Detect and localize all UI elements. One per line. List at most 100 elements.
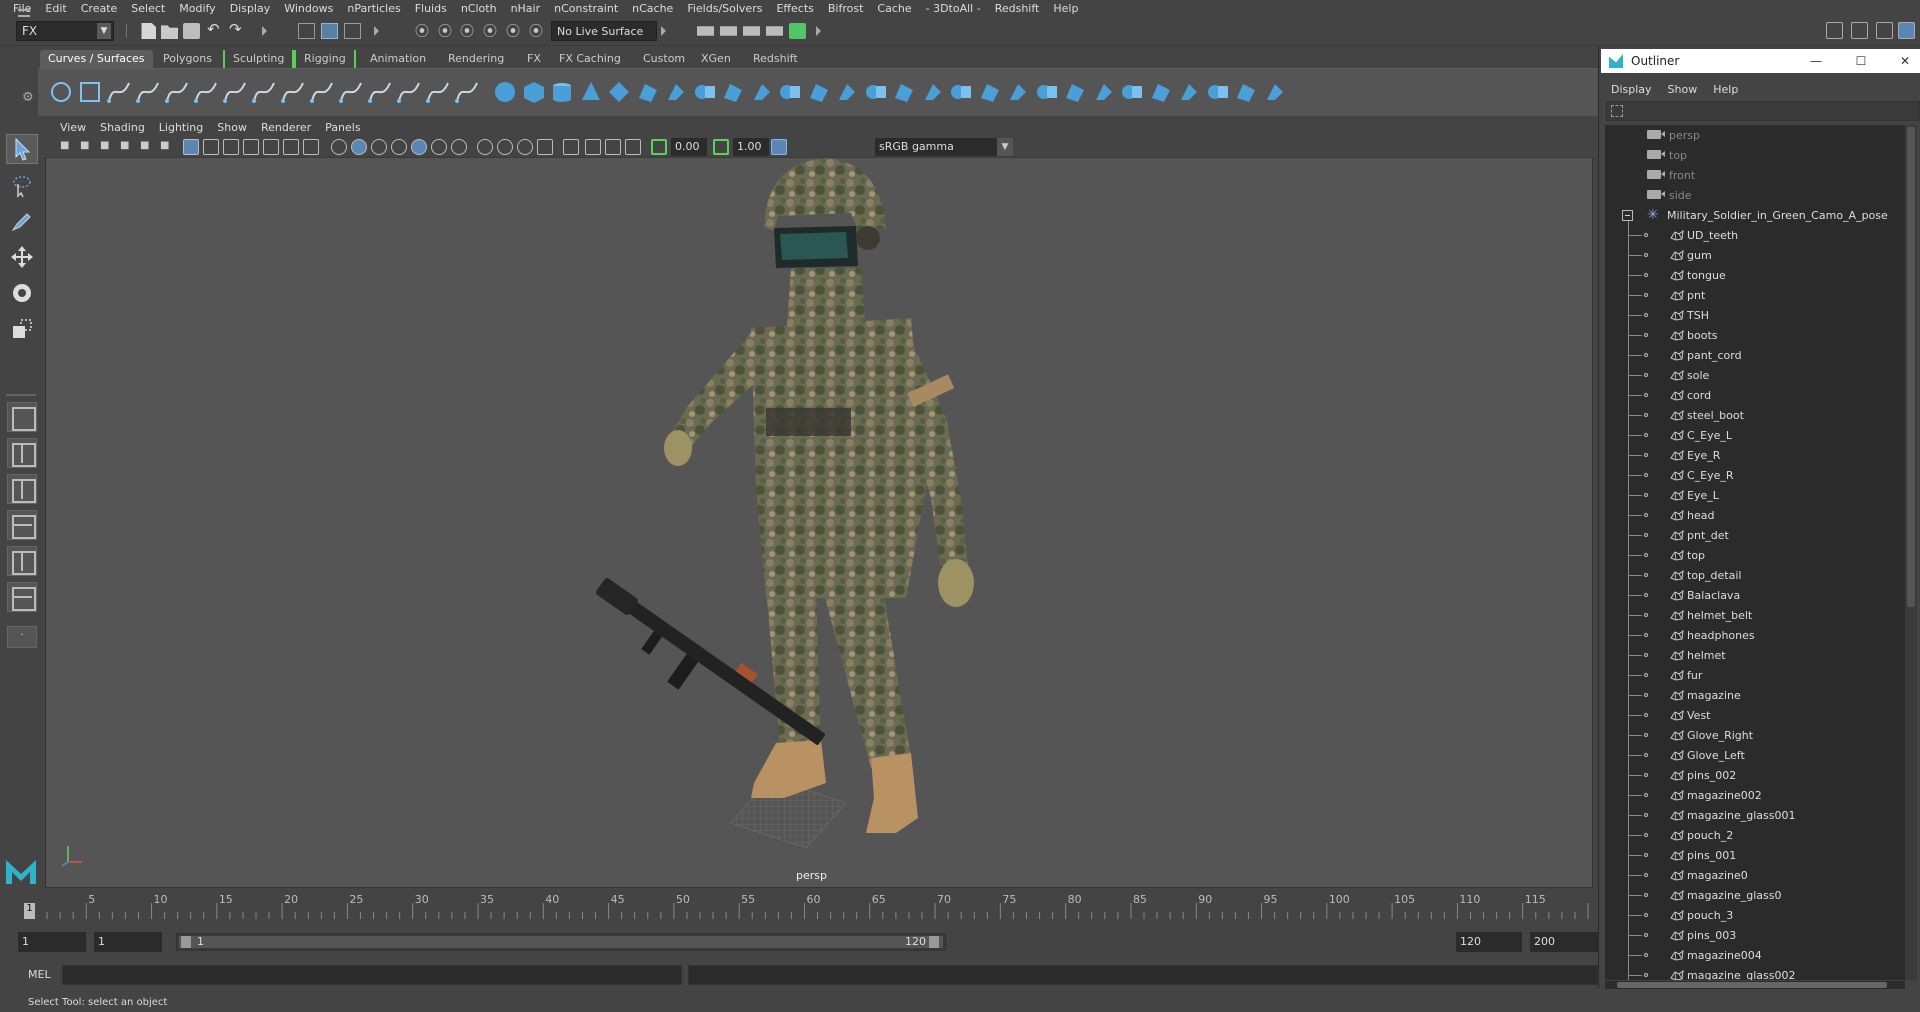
square-surface-icon[interactable] bbox=[835, 80, 859, 104]
filter-icon[interactable] bbox=[1611, 105, 1623, 117]
outliner-mesh-row[interactable]: magazine0 bbox=[1605, 865, 1905, 885]
range-bar[interactable]: 1 120 bbox=[176, 933, 946, 951]
tab-rendering[interactable]: Rendering bbox=[440, 50, 512, 68]
align-icon[interactable] bbox=[1092, 80, 1116, 104]
visibility-dot-icon[interactable] bbox=[1644, 653, 1648, 657]
menu-edit[interactable]: Edit bbox=[38, 2, 73, 15]
depth-of-field-icon[interactable] bbox=[517, 139, 533, 155]
visibility-dot-icon[interactable] bbox=[1644, 753, 1648, 757]
outliner-mesh-row[interactable]: pouch_2 bbox=[1605, 825, 1905, 845]
time-slider-track[interactable]: 5 10 15 20 25 30 35 40 45 50 55 60 65 70 75 80 85 90 95 100… bbox=[22, 893, 1598, 919]
visibility-dot-icon[interactable] bbox=[1644, 513, 1648, 517]
ipr-render-icon[interactable] bbox=[720, 26, 737, 36]
outliner-mesh-row[interactable]: magazine004 bbox=[1605, 945, 1905, 965]
outliner-mesh-row[interactable]: top bbox=[1605, 545, 1905, 565]
panel-menu-lighting[interactable]: Lighting bbox=[152, 121, 210, 134]
intersect-icon[interactable] bbox=[921, 80, 945, 104]
snap-to-surface-icon[interactable] bbox=[505, 21, 522, 41]
outliner-camera-row[interactable]: top bbox=[1605, 145, 1905, 165]
view-transform-dropdown[interactable]: sRGB gamma ▼ bbox=[875, 138, 1013, 156]
more-layouts-button[interactable]: · bbox=[7, 626, 37, 648]
snap-to-point-icon[interactable] bbox=[459, 21, 476, 41]
minimize-icon[interactable]: — bbox=[1806, 52, 1826, 70]
menu-nhair[interactable]: nHair bbox=[504, 2, 548, 15]
menu-3dtoall[interactable]: - 3DtoAll - bbox=[919, 2, 988, 15]
visibility-dot-icon[interactable] bbox=[1644, 593, 1648, 597]
hypershade-persp-layout-button[interactable] bbox=[7, 546, 37, 576]
visibility-dot-icon[interactable] bbox=[1644, 533, 1648, 537]
visibility-dot-icon[interactable] bbox=[1644, 293, 1648, 297]
gate-mask-icon[interactable] bbox=[243, 139, 259, 155]
scrollbar-thumb[interactable] bbox=[1617, 982, 1887, 988]
bevel-icon[interactable] bbox=[864, 80, 888, 104]
fillet-curve-icon[interactable] bbox=[396, 79, 422, 105]
tab-redshift[interactable]: Redshift bbox=[745, 50, 806, 68]
wireframe-on-shaded-icon[interactable] bbox=[371, 139, 387, 155]
outliner-mesh-row[interactable]: gum bbox=[1605, 245, 1905, 265]
outliner-mesh-row[interactable]: pins_001 bbox=[1605, 845, 1905, 865]
insert-isoparm-icon[interactable] bbox=[1177, 80, 1201, 104]
visibility-dot-icon[interactable] bbox=[1644, 973, 1648, 977]
outliner-menu-show[interactable]: Show bbox=[1666, 83, 1706, 96]
snap-together-icon[interactable] bbox=[528, 21, 545, 41]
gamma-toggle-icon[interactable] bbox=[713, 139, 729, 155]
persp-graph-layout-button[interactable] bbox=[7, 510, 37, 540]
outliner-mesh-row[interactable]: magazine_glass002 bbox=[1605, 965, 1905, 980]
outliner-mesh-row[interactable]: head bbox=[1605, 505, 1905, 525]
offset-curve-icon[interactable] bbox=[367, 79, 393, 105]
two-point-arc-icon[interactable] bbox=[309, 79, 335, 105]
camera-attributes-icon[interactable] bbox=[77, 139, 93, 155]
panel-menu-show[interactable]: Show bbox=[210, 121, 254, 134]
extend-curve-icon[interactable] bbox=[454, 79, 480, 105]
collapse-triangle-icon[interactable] bbox=[374, 26, 379, 36]
collapse-triangle-icon[interactable] bbox=[816, 26, 821, 36]
cv-curve-icon[interactable] bbox=[106, 79, 132, 105]
visibility-dot-icon[interactable] bbox=[1644, 273, 1648, 277]
curve-tool-icon[interactable] bbox=[251, 79, 277, 105]
visibility-dot-icon[interactable] bbox=[1644, 253, 1648, 257]
tab-fx[interactable]: FX bbox=[519, 50, 549, 68]
collapse-triangle-icon[interactable] bbox=[262, 26, 267, 36]
visibility-dot-icon[interactable] bbox=[1644, 673, 1648, 677]
planar-icon[interactable] bbox=[721, 80, 745, 104]
panel-menu-shading[interactable]: Shading bbox=[93, 121, 152, 134]
collapse-triangle-icon[interactable] bbox=[661, 26, 666, 36]
chevron-down-icon[interactable]: ▼ bbox=[997, 138, 1013, 156]
outliner-mesh-row[interactable]: tongue bbox=[1605, 265, 1905, 285]
redo-icon[interactable] bbox=[228, 20, 245, 39]
menu-nparticles[interactable]: nParticles bbox=[340, 2, 407, 15]
visibility-dot-icon[interactable] bbox=[1644, 953, 1648, 957]
maximize-icon[interactable]: ☐ bbox=[1851, 52, 1871, 70]
outliner-mesh-row[interactable]: headphones bbox=[1605, 625, 1905, 645]
snap-to-grid-icon[interactable] bbox=[414, 21, 431, 41]
color-management-icon[interactable] bbox=[771, 139, 787, 155]
menu-redshift[interactable]: Redshift bbox=[988, 2, 1047, 15]
outliner-search-input[interactable] bbox=[1606, 101, 1920, 121]
outliner-mesh-row[interactable]: boots bbox=[1605, 325, 1905, 345]
extend-surface-icon[interactable] bbox=[1149, 80, 1173, 104]
outliner-mesh-row[interactable]: Eye_R bbox=[1605, 445, 1905, 465]
outliner-camera-row[interactable]: side bbox=[1605, 185, 1905, 205]
visibility-dot-icon[interactable] bbox=[1644, 793, 1648, 797]
bookmark-icon[interactable] bbox=[97, 139, 113, 155]
collapse-icon[interactable] bbox=[1622, 210, 1633, 221]
xray-components-icon[interactable] bbox=[605, 139, 621, 155]
scene-view[interactable] bbox=[46, 158, 1592, 887]
outliner-camera-row[interactable]: front bbox=[1605, 165, 1905, 185]
tab-sculpting[interactable]: Sculpting bbox=[223, 50, 295, 68]
revolve-icon[interactable] bbox=[664, 80, 688, 104]
snap-to-curve-icon[interactable] bbox=[437, 21, 454, 41]
nurbs-cone-icon[interactable] bbox=[579, 80, 603, 104]
outliner-camera-row[interactable]: persp bbox=[1605, 125, 1905, 145]
grease-pencil-icon[interactable] bbox=[157, 139, 173, 155]
select-tool[interactable] bbox=[6, 134, 38, 164]
select-by-object-icon[interactable] bbox=[321, 23, 338, 39]
rebuild-curve-icon[interactable] bbox=[338, 79, 364, 105]
tab-custom[interactable]: Custom bbox=[635, 50, 693, 68]
playback-start-field[interactable]: 1 bbox=[94, 932, 162, 952]
screen-space-ao-icon[interactable] bbox=[451, 139, 467, 155]
outliner-mesh-row[interactable]: pant_cord bbox=[1605, 345, 1905, 365]
visibility-dot-icon[interactable] bbox=[1644, 413, 1648, 417]
menu-effects[interactable]: Effects bbox=[769, 2, 820, 15]
menu-cache[interactable]: Cache bbox=[870, 2, 918, 15]
